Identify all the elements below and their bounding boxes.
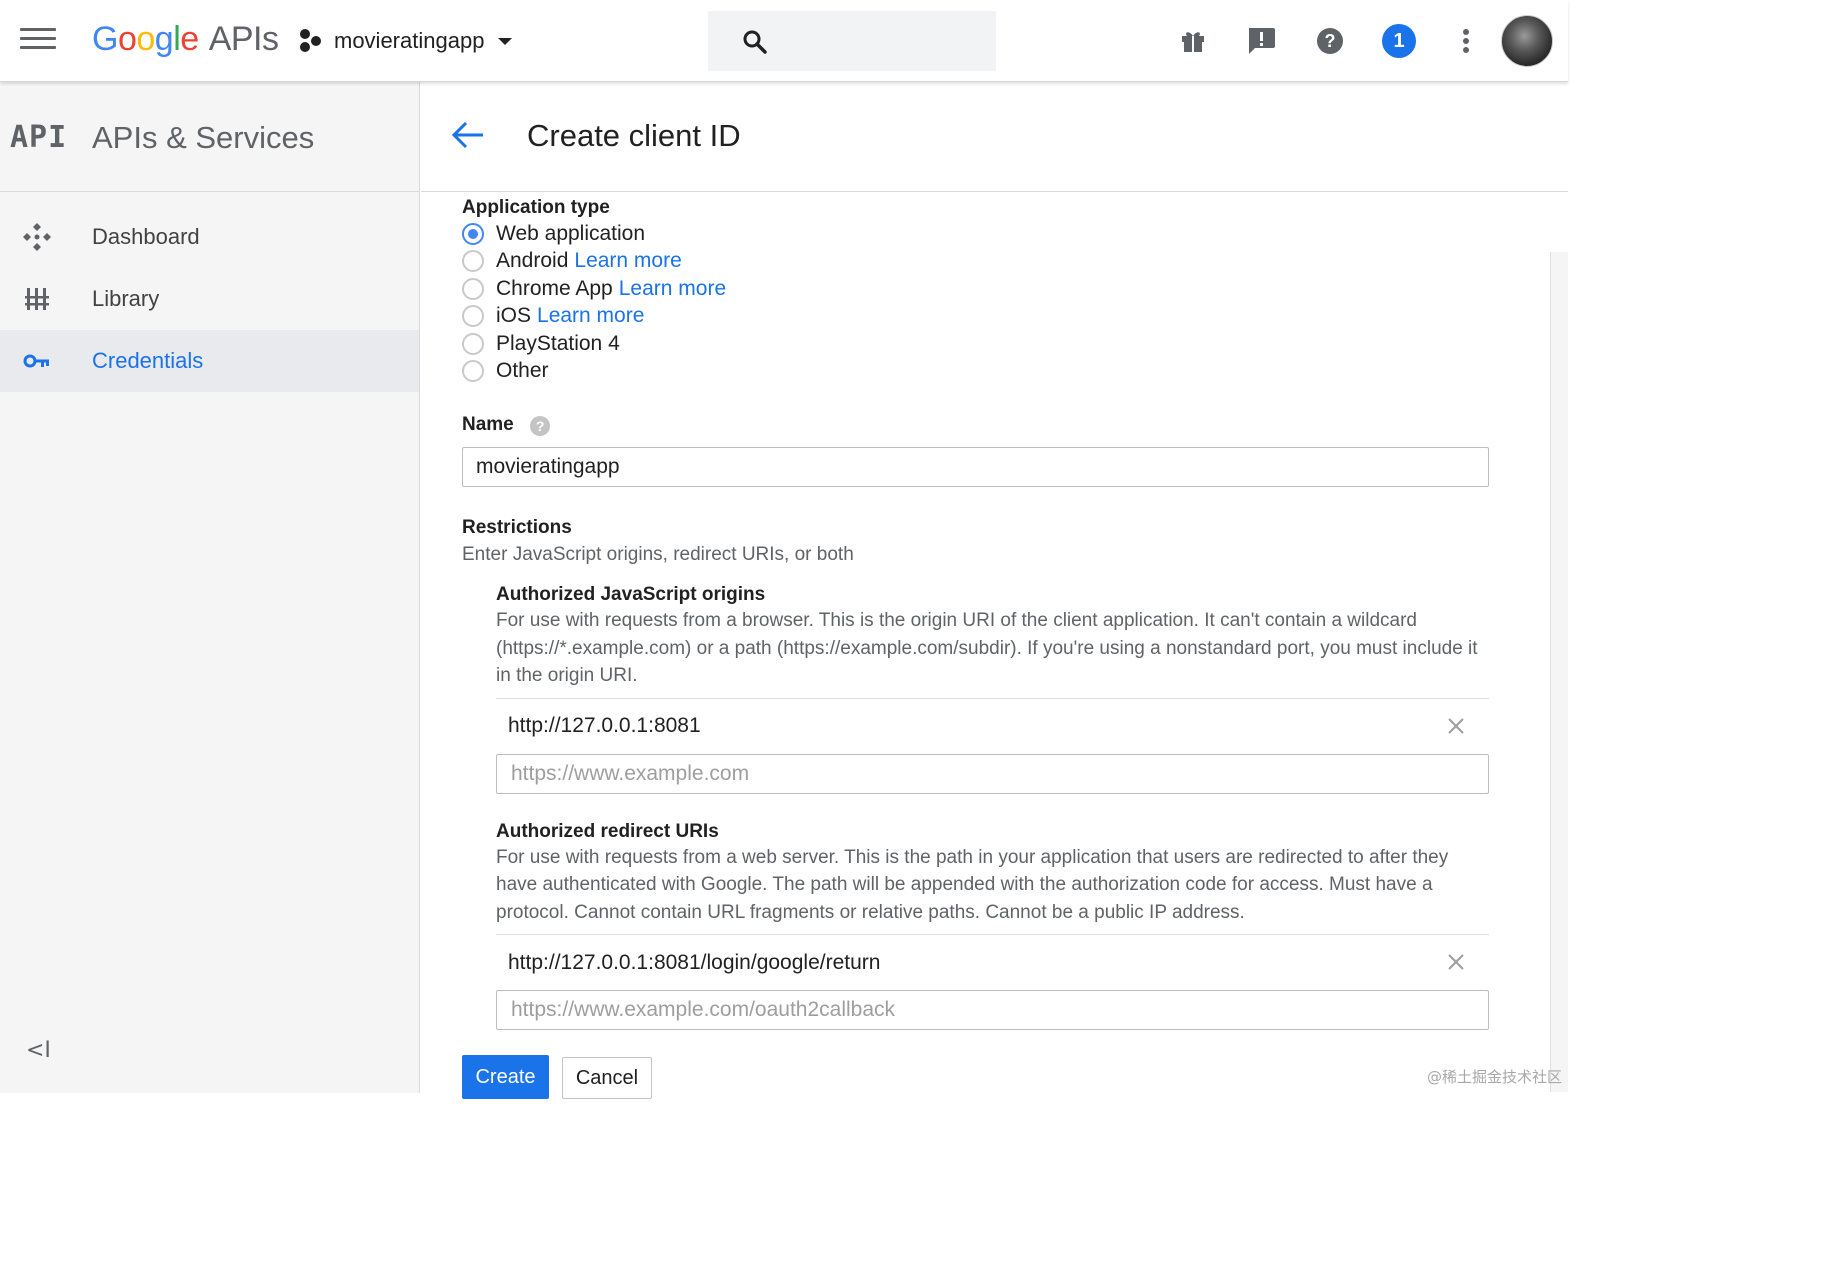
main-content: Create client ID Application type Web ap… bbox=[421, 82, 1568, 1099]
radio-ios[interactable]: iOS Learn more bbox=[462, 303, 1492, 331]
radio-button[interactable] bbox=[462, 305, 484, 328]
name-field[interactable] bbox=[462, 447, 1489, 487]
js-origin-entry: http://127.0.0.1:8081 bbox=[496, 697, 1489, 754]
radio-label: Other bbox=[496, 359, 549, 383]
radio-label: PlayStation 4 bbox=[496, 331, 620, 355]
page-header: Create client ID bbox=[421, 82, 1568, 192]
redirect-uris-title: Authorized redirect URIs bbox=[496, 820, 719, 842]
menu-icon[interactable] bbox=[20, 28, 56, 54]
sidebar-item-dashboard[interactable]: Dashboard bbox=[0, 206, 419, 268]
create-button[interactable]: Create bbox=[462, 1055, 549, 1099]
create-client-form: Application type Web application Android… bbox=[462, 196, 1492, 1030]
learn-more-link[interactable]: Learn more bbox=[574, 249, 681, 273]
radio-web-application[interactable]: Web application bbox=[462, 220, 1492, 248]
name-label: Name bbox=[462, 414, 514, 435]
logo-letter: o bbox=[136, 20, 155, 58]
radio-playstation-4[interactable]: PlayStation 4 bbox=[462, 330, 1492, 358]
radio-chrome-app[interactable]: Chrome App Learn more bbox=[462, 275, 1492, 303]
radio-label: Web application bbox=[496, 221, 646, 245]
logo-letter: G bbox=[92, 20, 118, 58]
svg-text:?: ? bbox=[1325, 31, 1336, 51]
library-icon bbox=[22, 285, 52, 313]
redirect-uris-section: Authorized redirect URIs For use with re… bbox=[496, 820, 1489, 1030]
radio-android[interactable]: Android Learn more bbox=[462, 248, 1492, 276]
sidebar-title: APIs & Services bbox=[92, 120, 315, 155]
project-name: movieratingapp bbox=[334, 28, 485, 53]
key-icon bbox=[22, 347, 52, 375]
avatar[interactable] bbox=[1501, 15, 1553, 67]
sidebar-item-label: Credentials bbox=[92, 348, 204, 373]
redirect-uri-input[interactable] bbox=[496, 990, 1489, 1030]
api-logo-icon: API bbox=[10, 120, 68, 155]
logo-apis-text: APIs bbox=[208, 20, 279, 58]
restrictions-label: Restrictions bbox=[462, 517, 572, 538]
sidebar-nav: Dashboard Library Credentials bbox=[0, 192, 419, 392]
learn-more-link[interactable]: Learn more bbox=[619, 277, 726, 301]
chevron-down-icon bbox=[498, 37, 513, 45]
project-icon bbox=[298, 29, 324, 53]
cancel-button[interactable]: Cancel bbox=[562, 1057, 652, 1099]
close-icon[interactable] bbox=[1445, 951, 1467, 973]
radio-label: iOS bbox=[496, 304, 532, 328]
radio-other[interactable]: Other bbox=[462, 358, 1492, 386]
js-origin-input[interactable] bbox=[496, 753, 1489, 794]
radio-label: Chrome App bbox=[496, 276, 613, 300]
radio-button[interactable] bbox=[462, 222, 484, 245]
radio-label: Android bbox=[496, 249, 569, 273]
sidebar-item-label: Library bbox=[92, 286, 160, 311]
radio-button[interactable] bbox=[462, 332, 484, 355]
gift-icon[interactable] bbox=[1174, 22, 1212, 60]
js-origins-description: For use with requests from a browser. Th… bbox=[496, 610, 1478, 686]
js-origin-value: http://127.0.0.1:8081 bbox=[508, 714, 701, 737]
js-origins-section: Authorized JavaScript origins For use wi… bbox=[496, 583, 1489, 794]
sidebar: API APIs & Services Dashboard Library Cr… bbox=[0, 82, 420, 1093]
top-bar: Google APIs movieratingapp ? 1 bbox=[0, 0, 1568, 82]
sidebar-item-label: Dashboard bbox=[92, 224, 200, 249]
app-type-label: Application type bbox=[462, 197, 610, 218]
sidebar-item-credentials[interactable]: Credentials bbox=[0, 330, 419, 392]
watermark: @稀土掘金技术社区 bbox=[1426, 1068, 1562, 1086]
radio-button[interactable] bbox=[462, 277, 484, 300]
notification-count: 1 bbox=[1382, 24, 1416, 58]
feedback-icon[interactable] bbox=[1242, 22, 1280, 60]
js-origins-title: Authorized JavaScript origins bbox=[496, 584, 766, 605]
sidebar-item-library[interactable]: Library bbox=[0, 268, 419, 330]
help-icon[interactable]: ? bbox=[1311, 22, 1349, 60]
search-icon bbox=[743, 30, 767, 54]
collapse-sidebar-icon[interactable]: <I bbox=[26, 1038, 51, 1063]
logo-letter: o bbox=[117, 20, 137, 58]
logo-letter: g bbox=[154, 20, 174, 58]
more-vert-icon[interactable] bbox=[1447, 22, 1485, 60]
search-bar[interactable] bbox=[708, 11, 996, 71]
sidebar-header: API APIs & Services bbox=[0, 82, 419, 192]
page-title: Create client ID bbox=[527, 118, 741, 153]
redirect-uris-description: For use with requests from a web server.… bbox=[496, 846, 1449, 923]
name-label-row: Name ? bbox=[462, 413, 1492, 437]
dashboard-icon bbox=[22, 223, 52, 251]
back-arrow-icon[interactable] bbox=[451, 120, 487, 156]
radio-button[interactable] bbox=[462, 250, 484, 273]
radio-button[interactable] bbox=[462, 360, 484, 383]
learn-more-link[interactable]: Learn more bbox=[537, 304, 644, 328]
help-circle-icon[interactable]: ? bbox=[530, 415, 551, 436]
redirect-uri-value: http://127.0.0.1:8081/login/google/retur… bbox=[508, 950, 881, 974]
close-icon[interactable] bbox=[1445, 715, 1467, 737]
redirect-uri-entry: http://127.0.0.1:8081/login/google/retur… bbox=[496, 934, 1489, 990]
app-type-radio-group: Web application Android Learn more Chrom… bbox=[462, 220, 1492, 385]
scrollbar[interactable] bbox=[1550, 252, 1568, 1092]
google-apis-logo[interactable]: Google APIs bbox=[92, 20, 279, 59]
logo-letter: e bbox=[180, 20, 199, 58]
project-selector[interactable]: movieratingapp bbox=[298, 24, 513, 58]
restrictions-description: Enter JavaScript origins, redirect URIs,… bbox=[462, 544, 854, 565]
notifications-badge[interactable]: 1 bbox=[1380, 22, 1418, 60]
